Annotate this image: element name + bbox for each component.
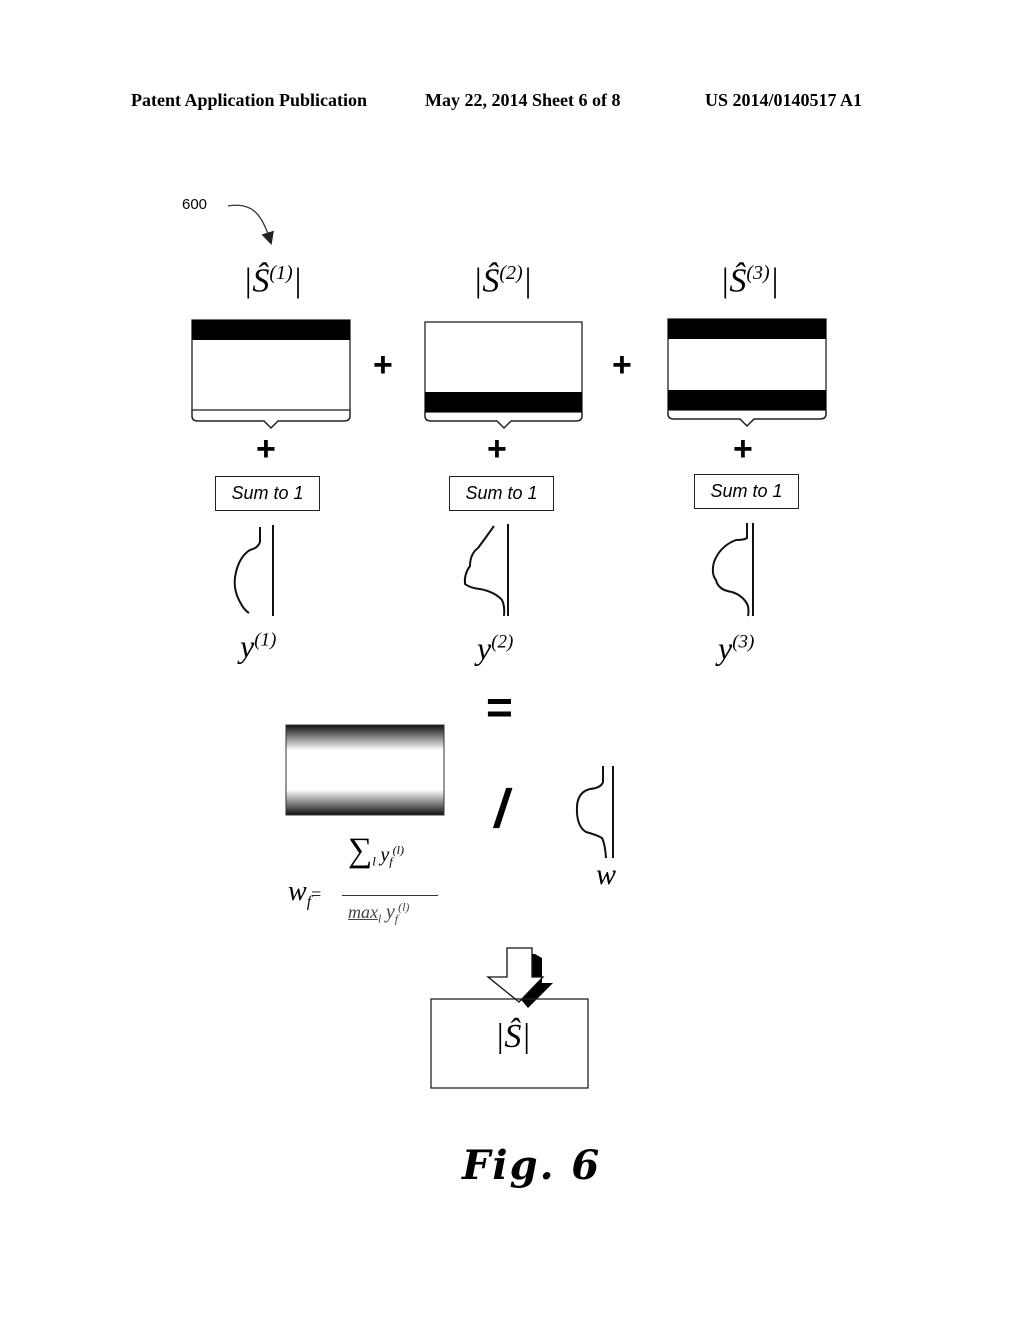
band-top	[192, 320, 350, 340]
weight-formula: wf= ∑l yf(l) maxl yf(l)	[288, 832, 448, 942]
spectrogram-box-2	[424, 321, 583, 430]
component-label-2: |Ŝ(2)|	[473, 262, 533, 300]
curve-label-1: y(1)	[240, 628, 277, 664]
curve-label-3: y(3)	[718, 630, 755, 666]
curve-y3	[711, 523, 754, 617]
band-bottom	[668, 390, 826, 410]
fraction-bar	[342, 895, 438, 896]
band-bottom	[425, 392, 582, 412]
weight-label: w	[596, 858, 617, 891]
spectrogram-box-1	[191, 319, 351, 430]
sum-to-one-box-3: Sum to 1	[694, 474, 799, 509]
component-label-1: |Ŝ(1)|	[243, 262, 303, 300]
curve-y2	[463, 524, 509, 617]
band-top	[668, 319, 826, 339]
brace-2	[424, 412, 583, 430]
plus-operator: +	[256, 430, 276, 468]
formula-lhs: wf=	[288, 876, 322, 911]
sum-to-one-box-1: Sum to 1	[215, 476, 320, 511]
combined-spectrogram-box	[285, 724, 445, 816]
formula-denominator: maxl yf(l)	[348, 900, 410, 926]
weight-curve	[575, 766, 614, 859]
brace-3	[667, 410, 827, 428]
component-label-3: |Ŝ(3)|	[720, 262, 780, 300]
curve-label-2: y(2)	[477, 630, 514, 666]
result-label: |Ŝ|	[495, 1018, 531, 1055]
reference-leader-arrow	[227, 204, 274, 245]
formula-numerator: ∑l yf(l)	[348, 832, 404, 869]
plus-operator: +	[487, 430, 507, 468]
curve-y1	[233, 525, 274, 616]
plus-operator: +	[373, 346, 393, 384]
plus-operator: +	[612, 346, 632, 384]
brace-1	[191, 410, 351, 430]
plus-operator: +	[733, 430, 753, 468]
sum-to-one-box-2: Sum to 1	[449, 476, 554, 511]
equals-operator: =	[486, 681, 513, 733]
spectrogram-box-3	[667, 318, 827, 428]
figure-caption: Fig. 6	[462, 1142, 602, 1189]
